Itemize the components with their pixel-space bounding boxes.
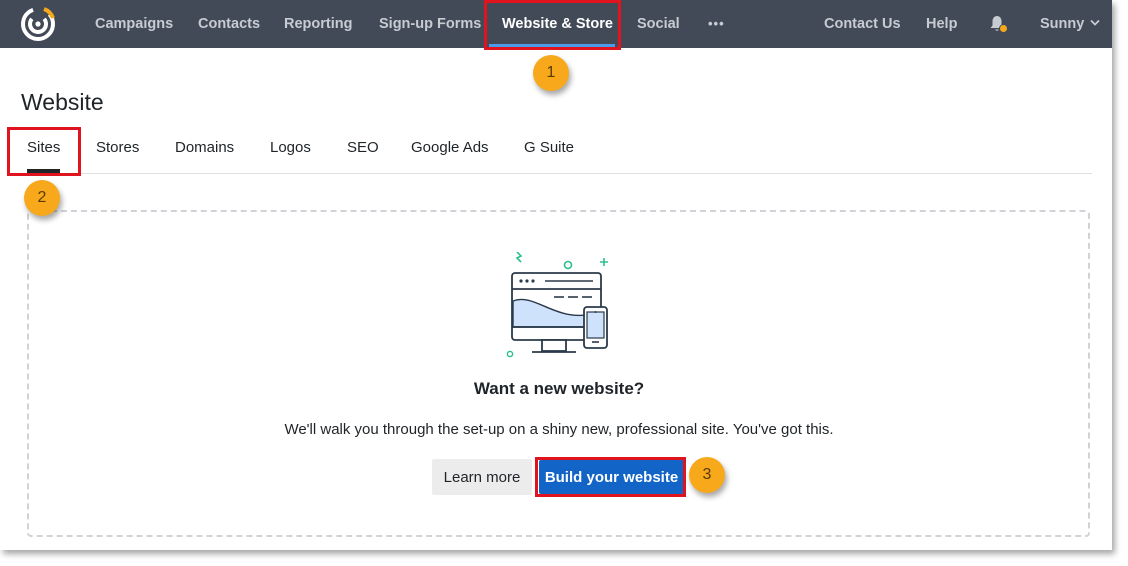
tab-g-suite[interactable]: G Suite: [524, 139, 574, 156]
website-devices-icon: [506, 252, 608, 358]
tabs-divider: [21, 173, 1092, 174]
app-window: Campaigns Contacts Reporting Sign-up For…: [0, 0, 1112, 550]
tab-domains[interactable]: Domains: [175, 139, 234, 156]
highlight-box-button: [535, 457, 686, 497]
annotation-bubble-2: 2: [24, 180, 60, 216]
page-title: Website: [21, 89, 104, 115]
bell-icon[interactable]: [988, 14, 1008, 34]
nav-contacts[interactable]: Contacts: [198, 0, 260, 48]
learn-more-button[interactable]: Learn more: [432, 459, 532, 495]
nav-reporting[interactable]: Reporting: [284, 0, 352, 48]
tab-google-ads[interactable]: Google Ads: [411, 139, 489, 156]
tab-logos[interactable]: Logos: [270, 139, 311, 156]
constant-contact-logo-icon[interactable]: [20, 6, 56, 42]
annotation-bubble-3: 3: [689, 457, 725, 493]
nav-social[interactable]: Social: [637, 0, 680, 48]
nav-help[interactable]: Help: [926, 0, 957, 48]
highlight-box-nav: [484, 0, 621, 50]
highlight-box-tab: [7, 127, 81, 176]
user-menu[interactable]: Sunny: [1040, 0, 1084, 48]
more-menu-icon[interactable]: •••: [708, 0, 725, 48]
empty-state-description: We'll walk you through the set-up on a s…: [284, 421, 834, 438]
empty-state-title: Want a new website?: [473, 379, 645, 398]
chevron-down-icon[interactable]: [1090, 19, 1100, 27]
tab-seo[interactable]: SEO: [347, 139, 379, 156]
nav-contact-us[interactable]: Contact Us: [824, 0, 901, 48]
annotation-bubble-1: 1: [533, 55, 569, 91]
tab-stores[interactable]: Stores: [96, 139, 139, 156]
nav-campaigns[interactable]: Campaigns: [95, 0, 173, 48]
nav-signup-forms[interactable]: Sign-up Forms: [379, 0, 481, 48]
